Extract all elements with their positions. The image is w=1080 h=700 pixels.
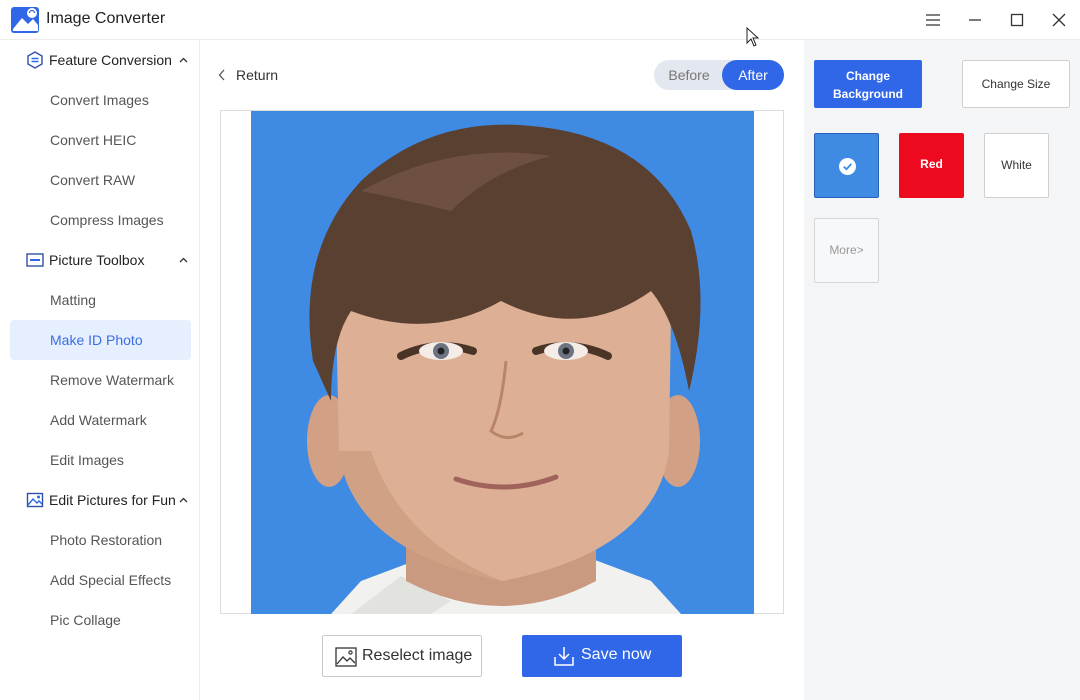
portrait-image — [251, 111, 754, 614]
sidebar-item-add-watermark[interactable]: Add Watermark — [10, 400, 191, 440]
before-after-toggle: Before After — [654, 60, 784, 90]
sidebar-item-convert-heic[interactable]: Convert HEIC — [10, 120, 191, 160]
sidebar-item-edit-images[interactable]: Edit Images — [10, 440, 191, 480]
save-now-button[interactable]: Save now — [522, 635, 682, 677]
feature-conversion-icon — [27, 51, 43, 69]
swatch-white[interactable]: White — [984, 133, 1049, 198]
sidebar-item-matting[interactable]: Matting — [10, 280, 191, 320]
group-feature-conversion[interactable]: Feature Conversion — [0, 40, 200, 80]
sidebar-item-photo-restoration[interactable]: Photo Restoration — [10, 520, 191, 560]
return-button[interactable]: Return — [218, 64, 288, 86]
sidebar-item-convert-raw[interactable]: Convert RAW — [10, 160, 191, 200]
sidebar-item-convert-images[interactable]: Convert Images — [10, 80, 191, 120]
group-label: Edit Pictures for Fun — [49, 492, 176, 508]
mouse-cursor-icon — [746, 27, 760, 47]
title-bar: Image Converter — [0, 0, 1080, 40]
toggle-after[interactable]: After — [722, 60, 784, 90]
sidebar: Feature Conversion Convert Images Conver… — [0, 40, 200, 700]
sidebar-item-pic-collage[interactable]: Pic Collage — [10, 600, 191, 640]
close-icon[interactable] — [1049, 10, 1069, 30]
sidebar-item-add-special-effects[interactable]: Add Special Effects — [10, 560, 191, 600]
group-label: Feature Conversion — [49, 52, 172, 68]
id-photo-preview — [251, 111, 754, 614]
chevron-left-icon — [218, 69, 225, 81]
swatch-blue[interactable] — [814, 133, 879, 198]
group-picture-toolbox[interactable]: Picture Toolbox — [0, 240, 200, 280]
edit-pictures-icon — [26, 492, 44, 508]
chevron-up-icon — [179, 257, 188, 263]
reselect-label: Reselect image — [362, 647, 473, 664]
preview-frame — [220, 110, 784, 614]
image-icon — [335, 647, 357, 667]
more-colors-button[interactable]: More> — [814, 218, 879, 283]
checkmark-icon — [839, 158, 856, 175]
change-size-button[interactable]: Change Size — [962, 60, 1070, 108]
return-label: Return — [236, 67, 279, 83]
sidebar-item-make-id-photo[interactable]: Make ID Photo — [10, 320, 191, 360]
app-logo-icon — [11, 7, 39, 33]
chevron-up-icon — [179, 57, 188, 63]
sidebar-item-compress-images[interactable]: Compress Images — [10, 200, 191, 240]
settings-panel: Change Background Change Size Red White … — [804, 40, 1080, 700]
maximize-icon[interactable] — [1007, 10, 1027, 30]
chevron-up-icon — [179, 497, 188, 503]
reselect-image-button[interactable]: Reselect image — [322, 635, 482, 677]
main-area: Return Before After Reselect image Save … — [200, 40, 804, 700]
save-label: Save now — [581, 646, 652, 663]
app-title: Image Converter — [46, 10, 166, 27]
toggle-before[interactable]: Before — [654, 60, 724, 90]
swatch-red[interactable]: Red — [899, 133, 964, 198]
menu-icon[interactable] — [923, 10, 943, 30]
picture-toolbox-icon — [26, 253, 44, 267]
download-icon — [554, 647, 574, 666]
group-label: Picture Toolbox — [49, 252, 145, 268]
change-background-button[interactable]: Change Background — [814, 60, 922, 108]
group-edit-pictures-for-fun[interactable]: Edit Pictures for Fun — [0, 480, 200, 520]
sidebar-item-remove-watermark[interactable]: Remove Watermark — [10, 360, 191, 400]
minimize-icon[interactable] — [965, 10, 985, 30]
